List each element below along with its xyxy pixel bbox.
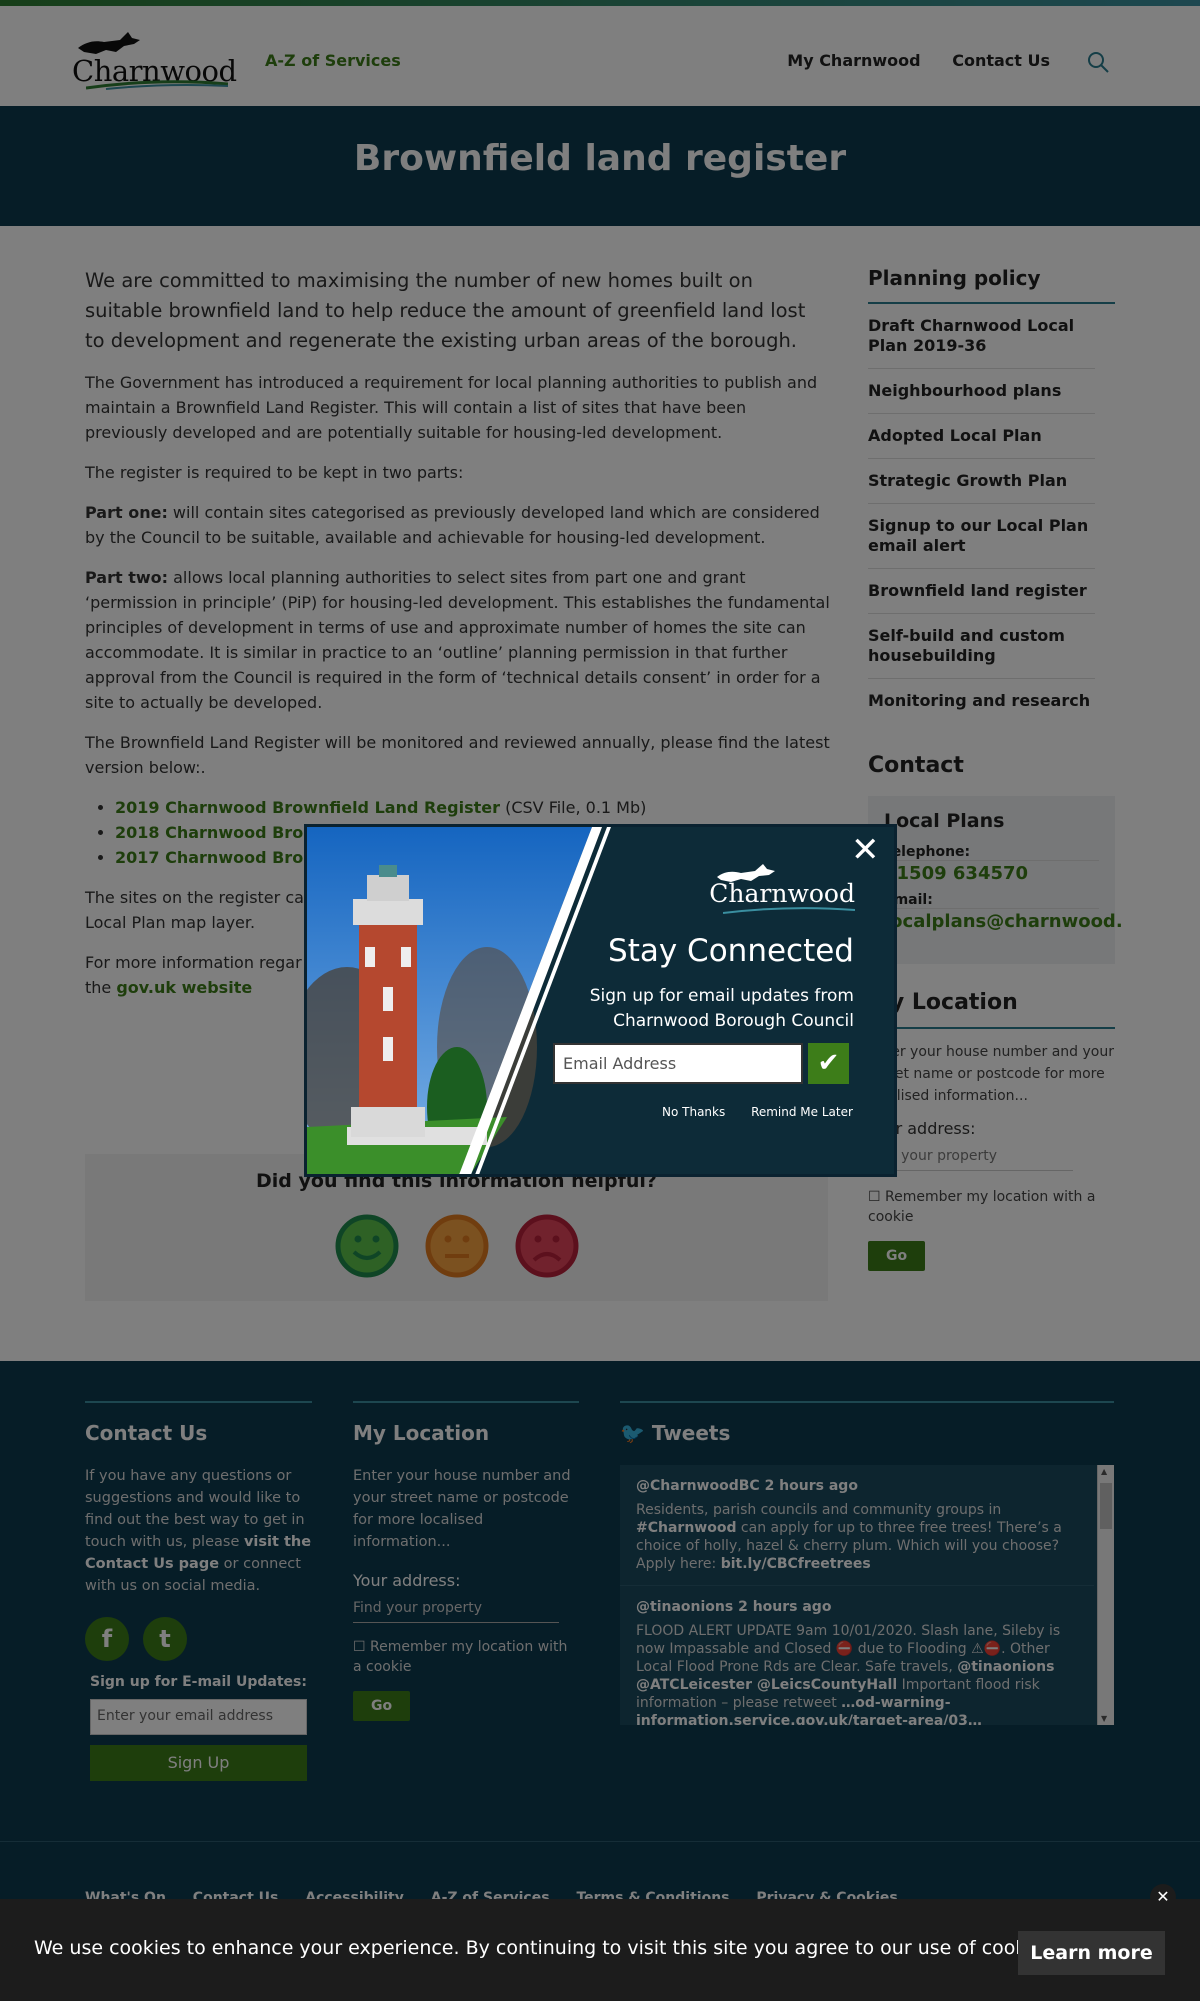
logo-swoosh-icon: [723, 907, 855, 914]
modal-subtitle: Sign up for email updates from Charnwood…: [589, 986, 854, 1031]
remind-later-link[interactable]: Remind Me Later: [751, 1105, 853, 1119]
newsletter-modal: ✕ Charnwood Stay Connected Sign up for e…: [304, 824, 897, 1177]
no-thanks-link[interactable]: No Thanks: [662, 1105, 725, 1119]
cookie-banner: We use cookies to enhance your experienc…: [0, 1899, 1200, 2001]
modal-links: No Thanks Remind Me Later: [662, 1105, 875, 1119]
cookie-close-icon[interactable]: ✕: [1150, 1884, 1176, 1910]
modal-logo-wordmark: Charnwood: [709, 879, 855, 908]
learn-more-button[interactable]: Learn more: [1018, 1931, 1165, 1975]
cookie-text: We use cookies to enhance your experienc…: [34, 1937, 1060, 1959]
modal-email-input[interactable]: Email Address: [553, 1043, 803, 1084]
modal-logo: Charnwood: [709, 861, 855, 914]
close-icon[interactable]: ✕: [851, 833, 880, 867]
modal-title: Stay Connected: [608, 933, 854, 969]
submit-check-icon[interactable]: ✔: [808, 1043, 849, 1084]
